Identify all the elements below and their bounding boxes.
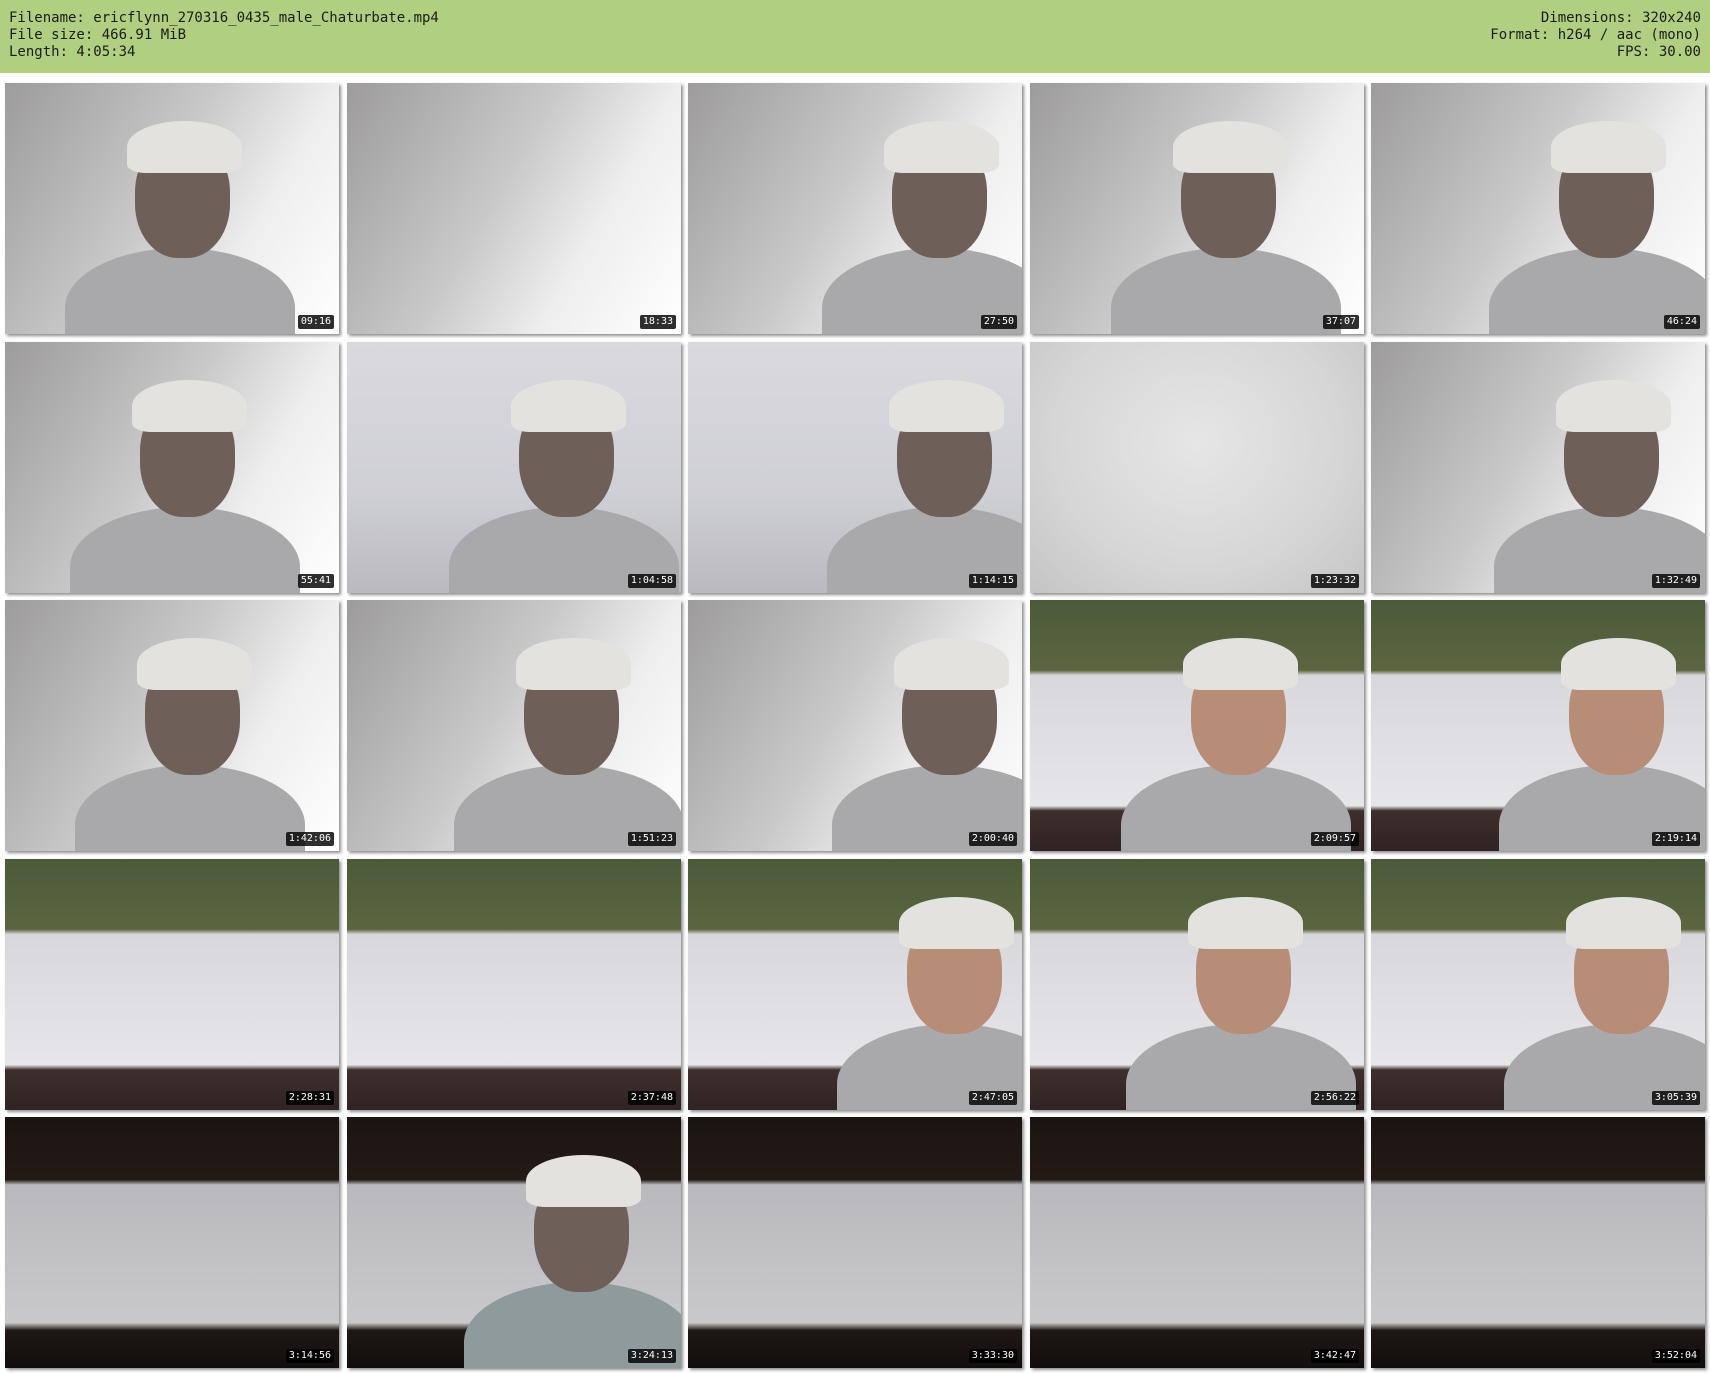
timestamp-label: 1:23:32: [1310, 574, 1359, 588]
timestamp-label: 2:00:40: [968, 832, 1017, 846]
timestamp-label: 1:04:58: [627, 574, 676, 588]
video-thumbnail[interactable]: 2:19:14: [1371, 600, 1705, 851]
video-thumbnail[interactable]: 27:50: [688, 83, 1022, 334]
timestamp-label: 2:09:57: [1310, 832, 1359, 846]
video-thumbnail[interactable]: 3:05:39: [1371, 859, 1705, 1110]
timestamp-label: 37:07: [1322, 315, 1359, 329]
video-thumbnail[interactable]: 3:14:56: [5, 1117, 339, 1368]
timestamp-label: 1:51:23: [627, 832, 676, 846]
video-thumbnail[interactable]: 3:42:47: [1030, 1117, 1364, 1368]
video-thumbnail[interactable]: 37:07: [1030, 83, 1364, 334]
timestamp-label: 3:05:39: [1651, 1091, 1700, 1105]
timestamp-label: 1:42:06: [285, 832, 334, 846]
frame-image: [688, 1117, 1022, 1368]
timestamp-label: 27:50: [980, 315, 1017, 329]
timestamp-label: 18:33: [639, 315, 676, 329]
frame-image: [1371, 1117, 1705, 1368]
video-thumbnail[interactable]: 09:16: [5, 83, 339, 334]
video-thumbnail[interactable]: 2:47:05: [688, 859, 1022, 1110]
frame-image: [347, 859, 681, 1110]
video-thumbnail[interactable]: 2:37:48: [347, 859, 681, 1110]
timestamp-label: 2:28:31: [285, 1091, 334, 1105]
frame-image: [5, 859, 339, 1110]
timestamp-label: 3:33:30: [968, 1349, 1017, 1363]
frame-image: [1030, 342, 1364, 593]
video-thumbnail[interactable]: 1:23:32: [1030, 342, 1364, 593]
timestamp-label: 55:41: [297, 574, 334, 588]
timestamp-label: 2:47:05: [968, 1091, 1017, 1105]
video-thumbnail[interactable]: 55:41: [5, 342, 339, 593]
video-thumbnail[interactable]: 3:52:04: [1371, 1117, 1705, 1368]
thumbnail-grid: 09:16 18:33 27:50 37:07 46:24 55:41 1:04:58 1:1…: [0, 0, 1710, 1373]
video-thumbnail[interactable]: 3:33:30: [688, 1117, 1022, 1368]
timestamp-label: 3:24:13: [627, 1349, 676, 1363]
video-thumbnail[interactable]: 2:28:31: [5, 859, 339, 1110]
timestamp-label: 3:14:56: [285, 1349, 334, 1363]
timestamp-label: 1:32:49: [1651, 574, 1700, 588]
timestamp-label: 09:16: [297, 315, 334, 329]
timestamp-label: 2:19:14: [1651, 832, 1700, 846]
video-thumbnail[interactable]: 46:24: [1371, 83, 1705, 334]
video-thumbnail[interactable]: 1:14:15: [688, 342, 1022, 593]
video-thumbnail[interactable]: 1:42:06: [5, 600, 339, 851]
timestamp-label: 2:37:48: [627, 1091, 676, 1105]
video-thumbnail[interactable]: 2:56:22: [1030, 859, 1364, 1110]
timestamp-label: 46:24: [1663, 315, 1700, 329]
video-thumbnail[interactable]: 1:04:58: [347, 342, 681, 593]
video-thumbnail[interactable]: 2:09:57: [1030, 600, 1364, 851]
frame-image: [5, 1117, 339, 1368]
video-thumbnail[interactable]: 3:24:13: [347, 1117, 681, 1368]
video-thumbnail[interactable]: 2:00:40: [688, 600, 1022, 851]
frame-image: [1030, 1117, 1364, 1368]
timestamp-label: 1:14:15: [968, 574, 1017, 588]
timestamp-label: 3:52:04: [1651, 1349, 1700, 1363]
video-thumbnail[interactable]: 18:33: [347, 83, 681, 334]
timestamp-label: 3:42:47: [1310, 1349, 1359, 1363]
video-thumbnail[interactable]: 1:32:49: [1371, 342, 1705, 593]
frame-image: [347, 83, 681, 334]
timestamp-label: 2:56:22: [1310, 1091, 1359, 1105]
video-thumbnail[interactable]: 1:51:23: [347, 600, 681, 851]
